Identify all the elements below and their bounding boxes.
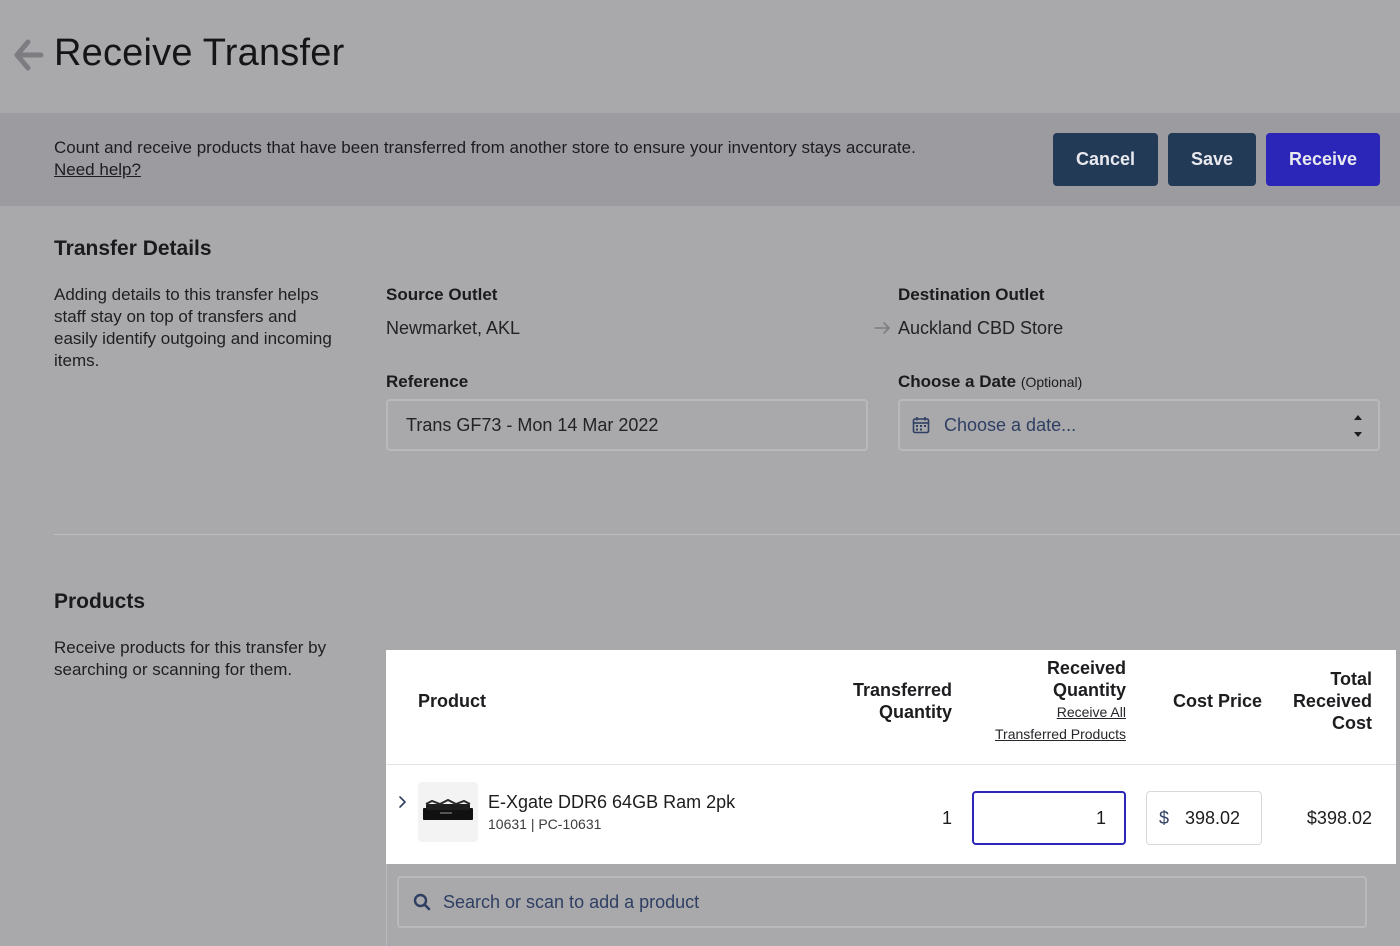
- received-quantity-value: 1: [1095, 807, 1106, 828]
- date-placeholder: Choose a date...: [944, 414, 1077, 435]
- column-header-product: Product: [418, 691, 487, 711]
- reference-input-value: Trans GF73 - Mon 14 Mar 2022: [406, 414, 659, 435]
- received-header-line1: Received: [1046, 658, 1126, 678]
- date-picker[interactable]: Choose a date...: [898, 399, 1380, 451]
- total-header-line1: Total: [1330, 669, 1372, 689]
- transferred-header-line1: Transferred: [852, 680, 952, 700]
- total-received-cost: $398.02: [1306, 808, 1372, 828]
- column-header-cost-price: Cost Price: [1172, 691, 1262, 711]
- destination-outlet-label: Destination Outlet: [898, 285, 1045, 304]
- ram-image-icon: [423, 798, 473, 820]
- header-divider: [386, 764, 1396, 765]
- product-name[interactable]: E-Xgate DDR6 64GB Ram 2pk: [488, 792, 735, 813]
- destination-outlet-value: Auckland CBD Store: [898, 318, 1064, 338]
- product-thumbnail: [418, 782, 478, 842]
- products-table: Product Transferred Quantity Received Qu…: [386, 650, 1396, 864]
- source-outlet-value: Newmarket, AKL: [386, 318, 521, 338]
- transfer-details-description: Adding details to this transfer helps st…: [54, 285, 332, 370]
- page-header: Receive Transfer: [0, 0, 1400, 113]
- cancel-button[interactable]: Cancel: [1053, 133, 1158, 186]
- product-search-input[interactable]: Search or scan to add a product: [397, 876, 1367, 928]
- received-quantity-input[interactable]: 1: [972, 791, 1126, 845]
- column-header-total-received-cost: Total Received Cost: [1293, 668, 1372, 734]
- total-header-line2: Received: [1292, 691, 1372, 711]
- products-title: Products: [54, 590, 146, 613]
- column-header-received-quantity: Received Quantity Receive All Transferre…: [995, 657, 1126, 745]
- receive-all-line1: Receive All: [1056, 704, 1126, 720]
- transferred-header-line2: Quantity: [878, 702, 952, 722]
- arrow-right-icon: [874, 322, 890, 334]
- transfer-details-title: Transfer Details: [54, 237, 212, 260]
- date-label-text: Choose a Date: [898, 372, 1017, 391]
- products-description: Receive products for this transfer by se…: [54, 638, 327, 679]
- product-sku: 10631 | PC-10631: [488, 816, 602, 832]
- section-divider: [54, 534, 1400, 535]
- received-header-line2: Quantity: [1052, 680, 1126, 700]
- search-icon: [413, 893, 431, 911]
- need-help-link[interactable]: Need help?: [54, 160, 141, 180]
- date-label: Choose a Date (Optional): [898, 372, 1082, 392]
- reference-label: Reference: [386, 372, 469, 391]
- total-header-line3: Cost: [1332, 713, 1372, 733]
- currency-symbol: $: [1159, 807, 1170, 828]
- source-outlet-label: Source Outlet: [386, 285, 498, 304]
- receive-all-line2: Transferred Products: [995, 726, 1126, 742]
- banner-description: Count and receive products that have bee…: [54, 138, 916, 157]
- cost-price-value: 398.02: [1185, 807, 1241, 828]
- date-optional-text: (Optional): [1020, 374, 1083, 390]
- page-title: Receive Transfer: [54, 32, 345, 74]
- receive-button[interactable]: Receive: [1266, 133, 1380, 186]
- search-placeholder: Search or scan to add a product: [443, 891, 700, 912]
- column-header-transferred-quantity: Transferred Quantity: [853, 679, 952, 723]
- chevron-right-icon[interactable]: [397, 795, 407, 809]
- up-down-arrows-icon[interactable]: [1352, 413, 1364, 439]
- save-button[interactable]: Save: [1168, 133, 1256, 186]
- cost-price-input[interactable]: $ 398.02: [1146, 791, 1262, 845]
- back-arrow-icon[interactable]: [14, 38, 44, 72]
- receive-all-link[interactable]: Receive All Transferred Products: [995, 701, 1126, 745]
- transferred-quantity: 1: [942, 808, 953, 828]
- calendar-icon: [912, 417, 930, 434]
- reference-input[interactable]: Trans GF73 - Mon 14 Mar 2022: [386, 399, 868, 451]
